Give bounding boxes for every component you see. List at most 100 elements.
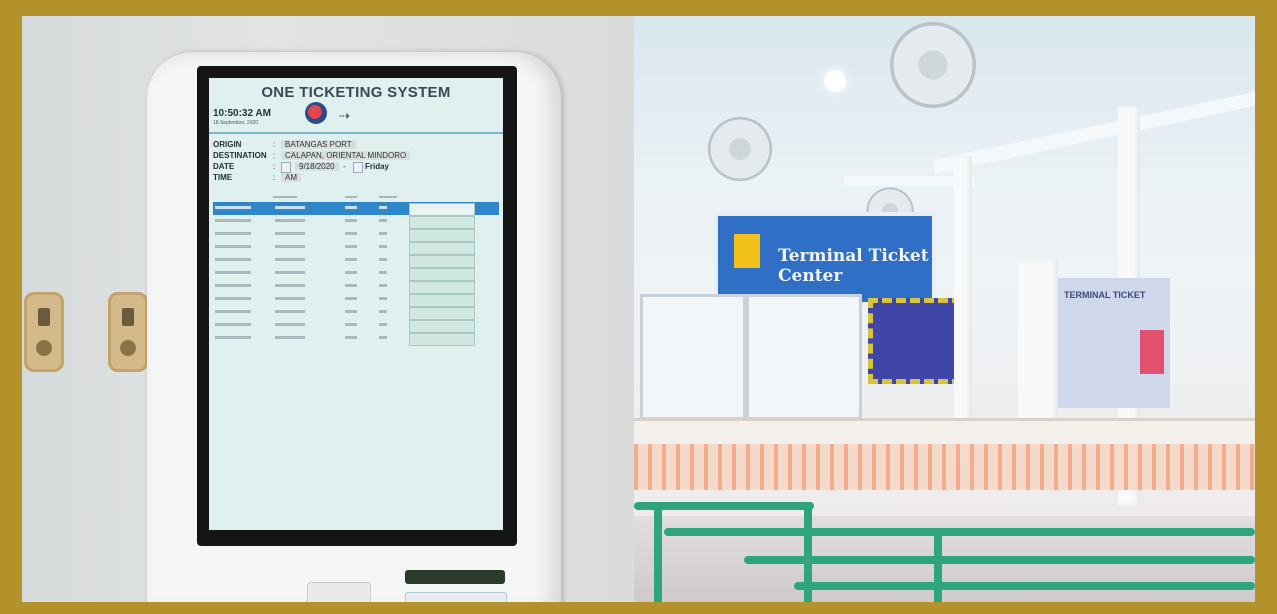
schedule-cell [345,258,357,261]
railing-post [934,528,942,602]
column-header [345,196,357,198]
kiosk-label-plate [405,592,507,602]
schedule-cell [379,297,387,300]
schedule-row[interactable] [213,241,499,255]
schedule-cell [345,323,357,326]
system-logo-icon: ⇢ [339,108,350,123]
ticket-center-sign: Terminal Ticket Center [714,212,936,306]
schedule-cell [379,206,387,209]
schedule-table-header [213,194,499,202]
date-prev-button[interactable] [281,162,291,173]
wall-fan-icon [700,114,780,184]
schedule-cell [345,219,357,222]
schedule-row[interactable] [213,228,499,242]
schedule-row[interactable] [213,267,499,281]
schedule-cell [215,310,251,313]
ticket-window [640,294,746,420]
green-railing [744,556,1255,564]
schedule-cell [215,206,251,209]
time-row: TIME : AM [213,173,503,185]
date-day: Friday [365,162,390,171]
screen-date: 18 September, 2020 [213,120,259,126]
schedule-cell [379,271,387,274]
schedule-cell [379,284,387,287]
ticket-kiosk: ONE TICKETING SYSTEM 10:50:32 AM 18 Sept… [147,52,561,602]
schedule-cell [345,297,357,300]
schedule-cell [275,245,305,248]
schedule-cell [215,258,251,261]
schedule-cell [215,232,251,235]
schedule-cell [345,206,357,209]
notice-board [868,298,962,384]
schedule-cell [379,310,387,313]
destination-field[interactable]: CALAPAN, ORIENTAL MINDORO [281,151,411,160]
schedule-cell [275,297,305,300]
schedule-cell [345,232,357,235]
date-field[interactable]: 9/18/2020 [295,162,339,171]
orange-railing [634,444,1255,490]
terminal-interior: Terminal Ticket Center TERMINAL TICKET [634,16,1255,602]
schedule-cell [379,336,387,339]
terminal-ticket-poster: TERMINAL TICKET [1058,278,1170,408]
wall-switch [108,292,148,372]
schedule-cell [379,232,387,235]
schedule-cell [345,336,357,339]
kiosk-card-reader [307,582,371,602]
schedule-cell [275,206,305,209]
schedule-cell [275,232,305,235]
green-railing [664,528,1255,536]
light-bulb-icon [824,70,846,92]
schedule-cell [379,245,387,248]
origin-field[interactable]: BATANGAS PORT [281,140,356,149]
schedule-cell [215,336,251,339]
kiosk-screen: ONE TICKETING SYSTEM 10:50:32 AM 18 Sept… [209,78,503,530]
schedule-cell [275,336,305,339]
schedule-cell [275,323,305,326]
schedule-cell [215,271,251,274]
port-logo-icon [305,102,327,124]
schedule-row[interactable] [213,202,499,216]
schedule-row[interactable] [213,293,499,307]
schedule-row[interactable] [213,280,499,294]
green-railing [794,582,1255,590]
railing-post [654,502,662,602]
service-counter [634,418,1255,447]
wall-switch [24,292,64,372]
schedule-cell [345,271,357,274]
screen-clock: 10:50:32 AM [213,108,271,119]
date-next-button[interactable] [353,162,363,173]
schedule-row[interactable] [213,215,499,229]
screen-title: ONE TICKETING SYSTEM [261,84,451,101]
schedule-row[interactable] [213,319,499,333]
kiosk-bezel: ONE TICKETING SYSTEM 10:50:32 AM 18 Sept… [197,66,517,546]
sign-logo-icon [734,234,760,268]
column-header [379,196,397,198]
schedule-cell [215,219,251,222]
header-divider [209,132,503,134]
photo: ONE TICKETING SYSTEM 10:50:32 AM 18 Sept… [22,16,1255,602]
select-trip-button[interactable] [409,333,475,346]
column-header [273,196,297,198]
schedule-cell [275,284,305,287]
ticket-window [746,294,862,420]
schedule-cell [379,258,387,261]
schedule-cell [215,297,251,300]
schedule-row[interactable] [213,306,499,320]
schedule-cell [275,310,305,313]
schedule-row[interactable] [213,332,499,346]
schedule-cell [379,219,387,222]
time-field[interactable]: AM [281,173,301,182]
schedule-cell [275,219,305,222]
schedule-cell [345,284,357,287]
ceiling-fan-icon [878,20,988,110]
schedule-cell [379,323,387,326]
schedule-cell [215,323,251,326]
schedule-cell [345,245,357,248]
schedule-cell [275,271,305,274]
schedule-row[interactable] [213,254,499,268]
photo-frame: ONE TICKETING SYSTEM 10:50:32 AM 18 Sept… [0,0,1277,614]
schedule-cell [345,310,357,313]
schedule-cell [275,258,305,261]
schedule-cell [215,245,251,248]
railing-post [804,502,812,602]
